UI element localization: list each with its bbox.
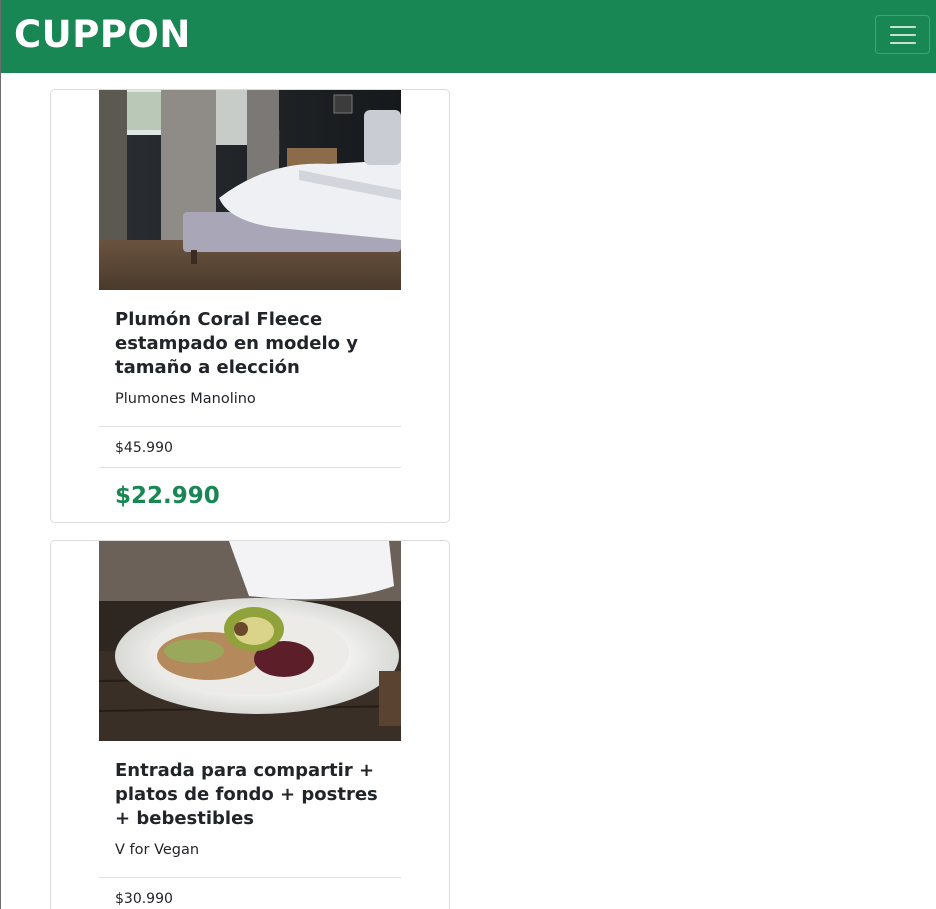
- divider: [99, 877, 401, 878]
- bed-photo: [99, 90, 401, 290]
- page: CUPPON Plumón Coral Fleece estampado en …: [0, 0, 936, 909]
- navbar: CUPPON: [1, 0, 936, 73]
- deal-title[interactable]: Entrada para compartir + platos de fondo…: [115, 759, 395, 831]
- deal-card[interactable]: Entrada para compartir + platos de fondo…: [50, 540, 450, 909]
- original-price: $45.990: [115, 440, 173, 456]
- deal-card[interactable]: Plumón Coral Fleece estampado en modelo …: [50, 89, 450, 523]
- menu-toggle-button[interactable]: [875, 15, 930, 54]
- divider: [99, 467, 401, 468]
- divider: [99, 426, 401, 427]
- brand-logo[interactable]: CUPPON: [14, 12, 191, 58]
- deal-image-bed[interactable]: [99, 90, 401, 290]
- deal-image-food[interactable]: [99, 541, 401, 741]
- original-price: $30.990: [115, 891, 173, 907]
- deal-merchant: V for Vegan: [115, 842, 200, 858]
- deal-title[interactable]: Plumón Coral Fleece estampado en modelo …: [115, 308, 395, 380]
- vegan-dish-photo: [99, 541, 401, 741]
- discount-price: $22.990: [115, 483, 220, 509]
- deal-merchant: Plumones Manolino: [115, 391, 256, 407]
